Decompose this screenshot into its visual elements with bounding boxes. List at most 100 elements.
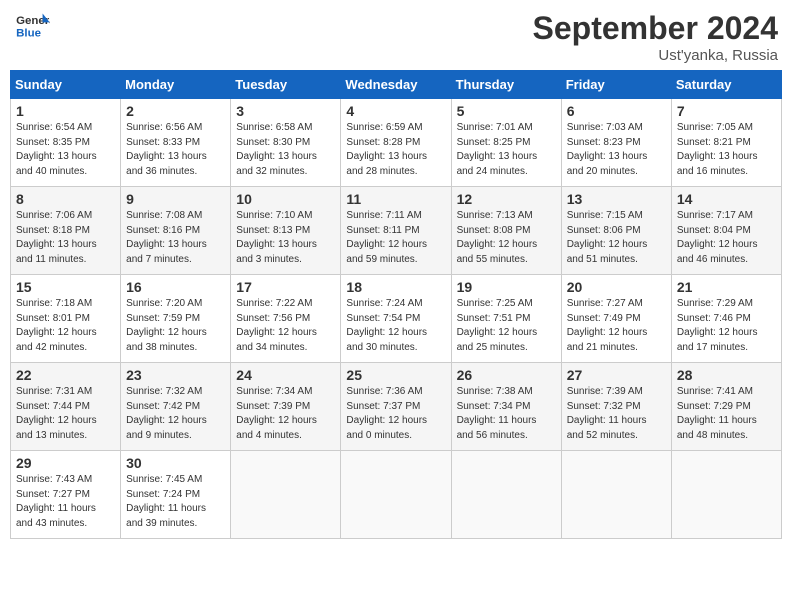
calendar-cell: 13 Sunrise: 7:15 AMSunset: 8:06 PMDaylig… bbox=[561, 187, 671, 275]
calendar-cell: 10 Sunrise: 7:10 AMSunset: 8:13 PMDaylig… bbox=[231, 187, 341, 275]
day-number: 22 bbox=[16, 367, 115, 383]
day-info: Sunrise: 7:32 AMSunset: 7:42 PMDaylight:… bbox=[126, 385, 225, 443]
calendar-cell: 24 Sunrise: 7:34 AMSunset: 7:39 PMDaylig… bbox=[231, 363, 341, 451]
day-info: Sunrise: 7:24 AMSunset: 7:54 PMDaylight:… bbox=[346, 297, 445, 355]
day-number: 6 bbox=[567, 103, 666, 119]
day-info: Sunrise: 7:43 AMSunset: 7:27 PMDaylight:… bbox=[16, 473, 115, 531]
day-number: 11 bbox=[346, 191, 445, 207]
day-info: Sunrise: 7:01 AMSunset: 8:25 PMDaylight:… bbox=[457, 121, 556, 179]
day-number: 16 bbox=[126, 279, 225, 295]
calendar-cell bbox=[231, 451, 341, 539]
day-info: Sunrise: 6:58 AMSunset: 8:30 PMDaylight:… bbox=[236, 121, 335, 179]
day-info: Sunrise: 7:18 AMSunset: 8:01 PMDaylight:… bbox=[16, 297, 115, 355]
location: Ust'yanka, Russia bbox=[533, 47, 778, 64]
day-info: Sunrise: 7:17 AMSunset: 8:04 PMDaylight:… bbox=[677, 209, 776, 267]
title-block: September 2024 Ust'yanka, Russia bbox=[533, 10, 778, 64]
day-info: Sunrise: 7:10 AMSunset: 8:13 PMDaylight:… bbox=[236, 209, 335, 267]
day-info: Sunrise: 7:13 AMSunset: 8:08 PMDaylight:… bbox=[457, 209, 556, 267]
day-info: Sunrise: 7:15 AMSunset: 8:06 PMDaylight:… bbox=[567, 209, 666, 267]
calendar-cell: 11 Sunrise: 7:11 AMSunset: 8:11 PMDaylig… bbox=[341, 187, 451, 275]
day-number: 5 bbox=[457, 103, 556, 119]
calendar-cell: 26 Sunrise: 7:38 AMSunset: 7:34 PMDaylig… bbox=[451, 363, 561, 451]
day-number: 10 bbox=[236, 191, 335, 207]
day-info: Sunrise: 7:27 AMSunset: 7:49 PMDaylight:… bbox=[567, 297, 666, 355]
day-number: 24 bbox=[236, 367, 335, 383]
calendar-cell: 14 Sunrise: 7:17 AMSunset: 8:04 PMDaylig… bbox=[671, 187, 781, 275]
col-monday: Monday bbox=[121, 71, 231, 99]
day-info: Sunrise: 7:11 AMSunset: 8:11 PMDaylight:… bbox=[346, 209, 445, 267]
day-number: 23 bbox=[126, 367, 225, 383]
calendar-cell: 15 Sunrise: 7:18 AMSunset: 8:01 PMDaylig… bbox=[11, 275, 121, 363]
day-number: 19 bbox=[457, 279, 556, 295]
day-number: 3 bbox=[236, 103, 335, 119]
day-number: 12 bbox=[457, 191, 556, 207]
calendar-cell: 9 Sunrise: 7:08 AMSunset: 8:16 PMDayligh… bbox=[121, 187, 231, 275]
calendar-cell: 17 Sunrise: 7:22 AMSunset: 7:56 PMDaylig… bbox=[231, 275, 341, 363]
day-number: 29 bbox=[16, 455, 115, 471]
col-tuesday: Tuesday bbox=[231, 71, 341, 99]
calendar-cell: 3 Sunrise: 6:58 AMSunset: 8:30 PMDayligh… bbox=[231, 99, 341, 187]
day-info: Sunrise: 6:59 AMSunset: 8:28 PMDaylight:… bbox=[346, 121, 445, 179]
calendar-cell: 8 Sunrise: 7:06 AMSunset: 8:18 PMDayligh… bbox=[11, 187, 121, 275]
logo: General Blue bbox=[14, 10, 50, 40]
calendar-cell: 23 Sunrise: 7:32 AMSunset: 7:42 PMDaylig… bbox=[121, 363, 231, 451]
page-header: General Blue September 2024 Ust'yanka, R… bbox=[10, 10, 782, 64]
day-number: 9 bbox=[126, 191, 225, 207]
calendar-cell: 7 Sunrise: 7:05 AMSunset: 8:21 PMDayligh… bbox=[671, 99, 781, 187]
day-info: Sunrise: 7:36 AMSunset: 7:37 PMDaylight:… bbox=[346, 385, 445, 443]
calendar-week-2: 8 Sunrise: 7:06 AMSunset: 8:18 PMDayligh… bbox=[11, 187, 782, 275]
day-number: 21 bbox=[677, 279, 776, 295]
day-info: Sunrise: 7:34 AMSunset: 7:39 PMDaylight:… bbox=[236, 385, 335, 443]
calendar-table: Sunday Monday Tuesday Wednesday Thursday… bbox=[10, 70, 782, 539]
day-info: Sunrise: 7:29 AMSunset: 7:46 PMDaylight:… bbox=[677, 297, 776, 355]
day-number: 27 bbox=[567, 367, 666, 383]
calendar-cell: 6 Sunrise: 7:03 AMSunset: 8:23 PMDayligh… bbox=[561, 99, 671, 187]
calendar-week-1: 1 Sunrise: 6:54 AMSunset: 8:35 PMDayligh… bbox=[11, 99, 782, 187]
day-info: Sunrise: 7:05 AMSunset: 8:21 PMDaylight:… bbox=[677, 121, 776, 179]
calendar-cell: 27 Sunrise: 7:39 AMSunset: 7:32 PMDaylig… bbox=[561, 363, 671, 451]
day-number: 7 bbox=[677, 103, 776, 119]
header-row: Sunday Monday Tuesday Wednesday Thursday… bbox=[11, 71, 782, 99]
day-info: Sunrise: 7:08 AMSunset: 8:16 PMDaylight:… bbox=[126, 209, 225, 267]
calendar-cell: 5 Sunrise: 7:01 AMSunset: 8:25 PMDayligh… bbox=[451, 99, 561, 187]
calendar-cell: 30 Sunrise: 7:45 AMSunset: 7:24 PMDaylig… bbox=[121, 451, 231, 539]
calendar-cell bbox=[451, 451, 561, 539]
day-info: Sunrise: 7:25 AMSunset: 7:51 PMDaylight:… bbox=[457, 297, 556, 355]
calendar-cell: 21 Sunrise: 7:29 AMSunset: 7:46 PMDaylig… bbox=[671, 275, 781, 363]
logo-icon: General Blue bbox=[14, 10, 50, 40]
day-number: 20 bbox=[567, 279, 666, 295]
calendar-cell: 16 Sunrise: 7:20 AMSunset: 7:59 PMDaylig… bbox=[121, 275, 231, 363]
day-number: 13 bbox=[567, 191, 666, 207]
day-number: 28 bbox=[677, 367, 776, 383]
day-number: 4 bbox=[346, 103, 445, 119]
calendar-cell: 1 Sunrise: 6:54 AMSunset: 8:35 PMDayligh… bbox=[11, 99, 121, 187]
day-info: Sunrise: 7:20 AMSunset: 7:59 PMDaylight:… bbox=[126, 297, 225, 355]
calendar-cell: 2 Sunrise: 6:56 AMSunset: 8:33 PMDayligh… bbox=[121, 99, 231, 187]
day-number: 30 bbox=[126, 455, 225, 471]
calendar-cell: 19 Sunrise: 7:25 AMSunset: 7:51 PMDaylig… bbox=[451, 275, 561, 363]
day-info: Sunrise: 7:41 AMSunset: 7:29 PMDaylight:… bbox=[677, 385, 776, 443]
calendar-week-5: 29 Sunrise: 7:43 AMSunset: 7:27 PMDaylig… bbox=[11, 451, 782, 539]
calendar-week-3: 15 Sunrise: 7:18 AMSunset: 8:01 PMDaylig… bbox=[11, 275, 782, 363]
calendar-cell bbox=[561, 451, 671, 539]
calendar-cell: 18 Sunrise: 7:24 AMSunset: 7:54 PMDaylig… bbox=[341, 275, 451, 363]
day-info: Sunrise: 6:54 AMSunset: 8:35 PMDaylight:… bbox=[16, 121, 115, 179]
col-sunday: Sunday bbox=[11, 71, 121, 99]
day-number: 25 bbox=[346, 367, 445, 383]
day-info: Sunrise: 7:22 AMSunset: 7:56 PMDaylight:… bbox=[236, 297, 335, 355]
calendar-cell: 25 Sunrise: 7:36 AMSunset: 7:37 PMDaylig… bbox=[341, 363, 451, 451]
calendar-cell bbox=[671, 451, 781, 539]
month-title: September 2024 bbox=[533, 10, 778, 47]
day-info: Sunrise: 7:39 AMSunset: 7:32 PMDaylight:… bbox=[567, 385, 666, 443]
calendar-cell: 12 Sunrise: 7:13 AMSunset: 8:08 PMDaylig… bbox=[451, 187, 561, 275]
calendar-cell bbox=[341, 451, 451, 539]
day-info: Sunrise: 7:38 AMSunset: 7:34 PMDaylight:… bbox=[457, 385, 556, 443]
day-number: 14 bbox=[677, 191, 776, 207]
col-wednesday: Wednesday bbox=[341, 71, 451, 99]
col-saturday: Saturday bbox=[671, 71, 781, 99]
calendar-cell: 20 Sunrise: 7:27 AMSunset: 7:49 PMDaylig… bbox=[561, 275, 671, 363]
svg-text:Blue: Blue bbox=[16, 27, 41, 39]
calendar-cell: 29 Sunrise: 7:43 AMSunset: 7:27 PMDaylig… bbox=[11, 451, 121, 539]
day-info: Sunrise: 7:03 AMSunset: 8:23 PMDaylight:… bbox=[567, 121, 666, 179]
calendar-cell: 22 Sunrise: 7:31 AMSunset: 7:44 PMDaylig… bbox=[11, 363, 121, 451]
